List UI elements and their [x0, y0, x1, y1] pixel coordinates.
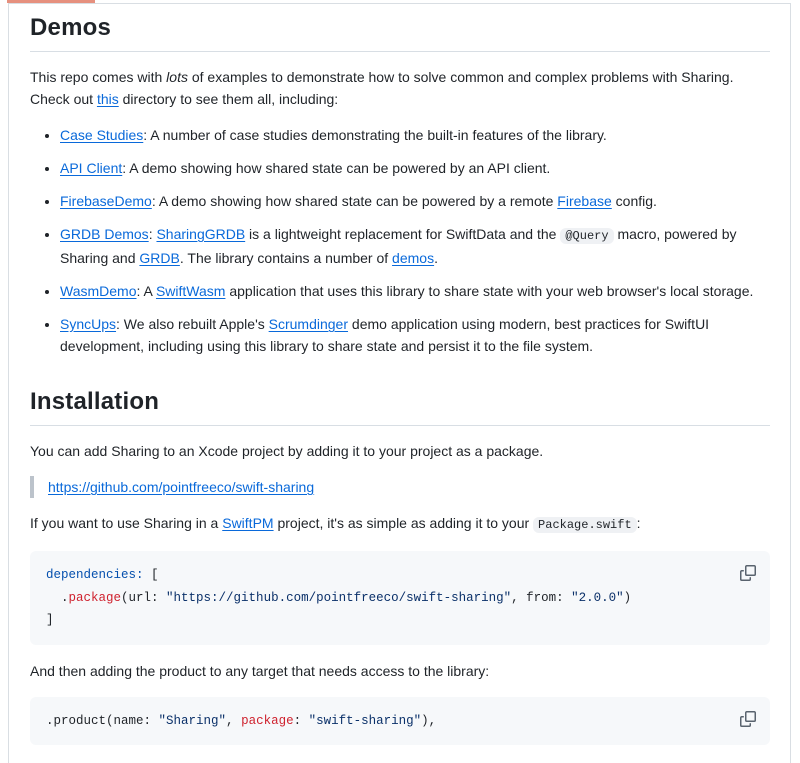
list-item-api-client: API Client: A demo showing how shared st… [60, 157, 770, 179]
installation-paragraph-3: And then adding the product to any targe… [30, 660, 770, 682]
section-heading-demos: Demos [30, 10, 770, 52]
list-item-grdb-demos: GRDB Demos: SharingGRDB is a lightweight… [60, 223, 770, 269]
link-firebasedemo[interactable]: FirebaseDemo [60, 193, 152, 209]
link-grdb[interactable]: GRDB [139, 250, 179, 266]
installation-paragraph-2: If you want to use Sharing in a SwiftPM … [30, 512, 770, 536]
code-block-dependencies: dependencies: [ .package(url: "https://g… [30, 551, 770, 645]
inline-code: Package.swift [533, 517, 637, 533]
link-wasmdemo[interactable]: WasmDemo [60, 283, 137, 299]
package-url-blockquote: https://github.com/pointfreeco/swift-sha… [30, 476, 770, 498]
list-item-wasmdemo: WasmDemo: A SwiftWasm application that u… [60, 280, 770, 302]
link-this-directory[interactable]: this [97, 91, 119, 107]
link-grdb-demos[interactable]: GRDB Demos [60, 226, 149, 242]
list-item-firebasedemo: FirebaseDemo: A demo showing how shared … [60, 190, 770, 212]
link-api-client[interactable]: API Client [60, 160, 122, 176]
link-swiftpm[interactable]: SwiftPM [222, 515, 273, 531]
demos-intro-paragraph: This repo comes with lots of examples to… [30, 66, 770, 110]
copy-icon [740, 565, 756, 581]
readme-container: Demos This repo comes with lots of examp… [8, 3, 791, 763]
code-line: dependencies: [ [46, 564, 754, 587]
copy-button[interactable] [733, 558, 763, 588]
link-case-studies[interactable]: Case Studies [60, 127, 143, 143]
code-line: .package(url: "https://github.com/pointf… [46, 587, 754, 610]
code-block-product: .product(name: "Sharing", package: "swif… [30, 697, 770, 746]
link-syncups[interactable]: SyncUps [60, 316, 116, 332]
installation-paragraph-1: You can add Sharing to an Xcode project … [30, 440, 770, 462]
copy-button[interactable] [733, 704, 763, 734]
list-item-case-studies: Case Studies: A number of case studies d… [60, 124, 770, 146]
inline-code: @Query [560, 228, 613, 244]
code-line: .product(name: "Sharing", package: "swif… [46, 710, 754, 733]
link-demos-directory[interactable]: demos [392, 250, 434, 266]
scroll-accent-bar [7, 0, 95, 3]
emphasis-text: lots [166, 69, 188, 85]
section-heading-installation: Installation [30, 384, 770, 426]
link-firebase[interactable]: Firebase [557, 193, 611, 209]
demos-list: Case Studies: A number of case studies d… [30, 124, 770, 357]
copy-icon [740, 711, 756, 727]
link-scrumdinger[interactable]: Scrumdinger [269, 316, 348, 332]
link-repo-url[interactable]: https://github.com/pointfreeco/swift-sha… [48, 479, 314, 495]
link-swiftwasm[interactable]: SwiftWasm [156, 283, 225, 299]
link-sharinggrdb[interactable]: SharingGRDB [156, 226, 245, 242]
code-line: ] [46, 609, 754, 632]
list-item-syncups: SyncUps: We also rebuilt Apple's Scrumdi… [60, 313, 770, 357]
